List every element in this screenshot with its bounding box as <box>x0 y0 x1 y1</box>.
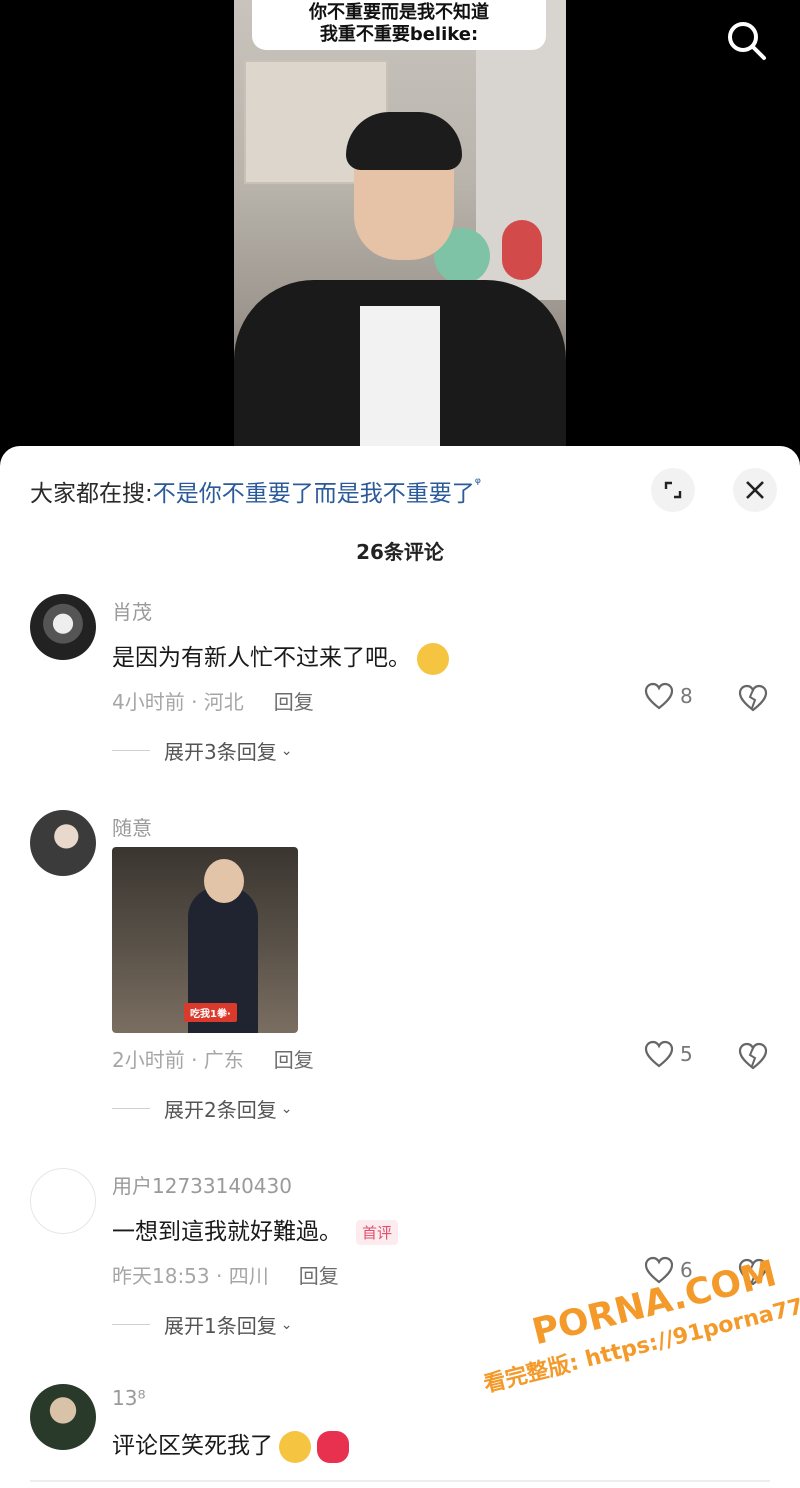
comment-time-location: 4小时前 · 河北 <box>112 690 244 714</box>
search-suggestion-prefix: 大家都在搜: <box>30 481 153 507</box>
comment-text-content: 评论区笑死我了 <box>112 1433 273 1459</box>
like-count: 8 <box>680 684 693 708</box>
chevron-down-icon: ⌄ <box>280 1316 293 1333</box>
video-player[interactable]: 你不重要而是我不知道 我重不重要belike: <box>0 0 800 450</box>
video-caption-line1: 你不重要而是我不知道 <box>309 2 489 23</box>
chevron-down-icon: ⌄ <box>280 742 293 759</box>
comments-count: 26条评论 <box>356 540 444 564</box>
star-struck-emoji-icon <box>279 1430 311 1463</box>
video-caption-line2: 我重不重要belike: <box>319 24 479 45</box>
divider <box>112 750 150 751</box>
avatar[interactable] <box>30 1384 96 1450</box>
heart-icon <box>644 682 674 710</box>
expand-replies[interactable]: 展开3条回复 ⌄ <box>112 736 292 765</box>
avatar[interactable] <box>30 810 96 876</box>
search-icon[interactable] <box>724 18 768 62</box>
search-suggestion-query[interactable]: 不是你不重要了而是我不重要了 <box>153 481 475 507</box>
heart-icon <box>644 1040 674 1068</box>
chevron-down-icon: ⌄ <box>280 1100 293 1117</box>
expand-replies[interactable]: 展开1条回复 ⌄ <box>112 1310 292 1339</box>
kiss-lips-emoji-icon <box>317 1430 349 1463</box>
comment-username[interactable]: 用户12733140430 <box>112 1170 292 1199</box>
reply-button[interactable]: 回复 <box>274 690 314 714</box>
divider <box>30 1480 770 1482</box>
broken-heart-icon[interactable] <box>738 1042 768 1074</box>
first-comment-badge: 首评 <box>356 1220 399 1245</box>
like-count: 5 <box>680 1042 693 1066</box>
video-frame <box>234 0 566 450</box>
comment-text-content: 是因为有新人忙不过来了吧。 <box>112 645 411 671</box>
video-caption: 你不重要而是我不知道 我重不重要belike: <box>252 0 546 50</box>
comment-username[interactable]: 13⁸ <box>112 1386 145 1410</box>
comment-meta: 4小时前 · 河北 回复 <box>112 686 314 715</box>
comment-text-content: 一想到這我就好難過。 <box>112 1219 342 1245</box>
divider <box>112 1324 150 1325</box>
video-person-hair <box>346 112 462 170</box>
comment-image[interactable]: 吃我1拳· <box>112 847 298 1033</box>
comment-text: 是因为有新人忙不过来了吧。 <box>112 638 449 675</box>
comment-time-location: 昨天18:53 · 四川 <box>112 1264 269 1288</box>
comment-text: 一想到這我就好難過。 首评 <box>112 1212 399 1246</box>
expand-replies-label: 展开1条回复 <box>164 1314 277 1338</box>
comment-text: 评论区笑死我了 <box>112 1426 349 1463</box>
search-suggestion[interactable]: 大家都在搜:不是你不重要了而是我不重要了ᵠ <box>30 474 481 508</box>
broken-heart-icon[interactable] <box>738 684 768 716</box>
expand-replies[interactable]: 展开2条回复 ⌄ <box>112 1094 292 1123</box>
avatar[interactable] <box>30 594 96 660</box>
like-button[interactable]: 8 <box>644 682 693 710</box>
magnifier-icon: ᵠ <box>474 474 481 492</box>
comment-username[interactable]: 肖茂 <box>112 596 152 625</box>
comment-meta: 昨天18:53 · 四川 回复 <box>112 1260 339 1289</box>
comment-username[interactable]: 随意 <box>112 812 152 841</box>
reply-button[interactable]: 回复 <box>274 1048 314 1072</box>
expand-replies-label: 展开2条回复 <box>164 1098 277 1122</box>
expand-replies-label: 展开3条回复 <box>164 740 277 764</box>
like-button[interactable]: 5 <box>644 1040 693 1068</box>
reply-button[interactable]: 回复 <box>299 1264 339 1288</box>
divider <box>112 1108 150 1109</box>
video-scene-rabbit-toy <box>502 220 542 280</box>
comment-time-location: 2小时前 · 广东 <box>112 1048 244 1072</box>
comment-image-face <box>204 859 244 903</box>
dizzy-face-emoji-icon <box>417 642 449 675</box>
video-person-shirt <box>360 306 440 450</box>
comment-image-sticker: 吃我1拳· <box>184 1003 237 1022</box>
close-icon[interactable] <box>733 468 777 512</box>
expand-icon[interactable] <box>651 468 695 512</box>
avatar[interactable] <box>30 1168 96 1234</box>
comment-meta: 2小时前 · 广东 回复 <box>112 1044 314 1073</box>
